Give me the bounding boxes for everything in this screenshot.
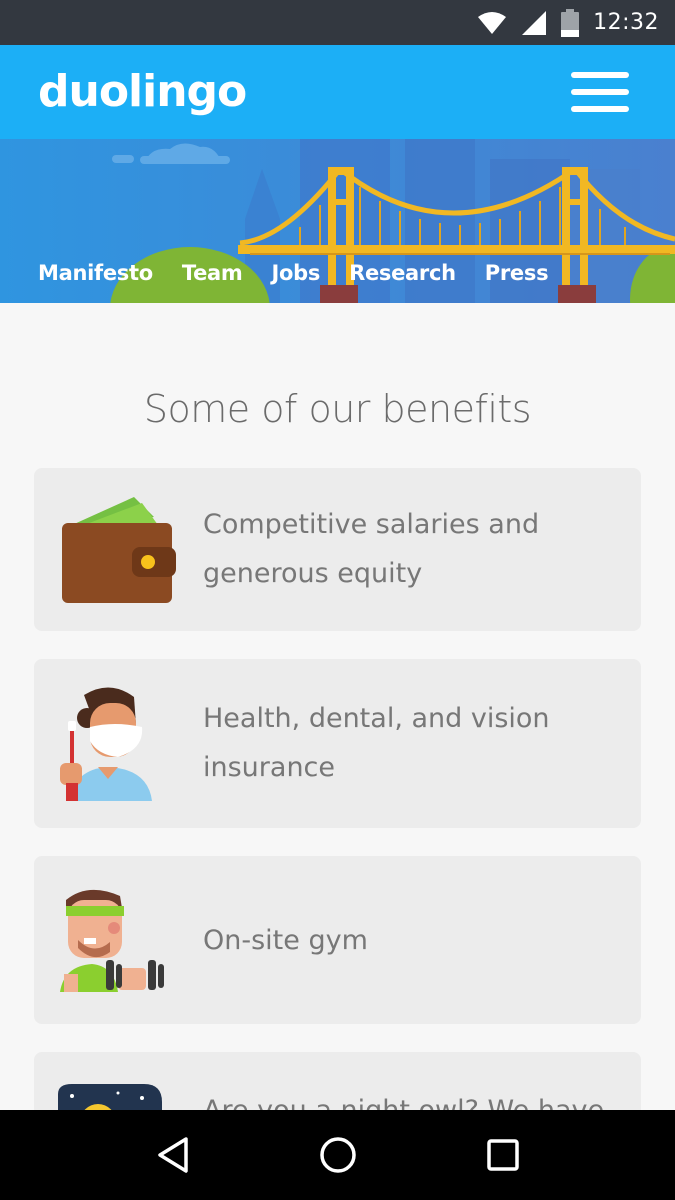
gym-icon xyxy=(60,889,164,992)
night-owl-icon xyxy=(58,1084,162,1110)
status-bar: 12:32 xyxy=(0,0,675,45)
nav-link-press[interactable]: Press xyxy=(485,261,549,285)
back-icon xyxy=(157,1137,188,1173)
app-header: duolingo xyxy=(0,45,675,139)
nav-link-manifesto[interactable]: Manifesto xyxy=(38,261,153,285)
back-button[interactable] xyxy=(143,1125,203,1185)
system-nav-bar xyxy=(0,1110,675,1200)
battery-icon xyxy=(561,8,580,37)
home-button[interactable] xyxy=(308,1125,368,1185)
benefit-card-salary: Competitive salaries and generous equity xyxy=(34,468,641,631)
recents-icon xyxy=(486,1139,519,1171)
wallet-icon xyxy=(62,497,176,603)
benefit-text: Health, dental, and vision insurance xyxy=(203,703,550,783)
nav-link-research[interactable]: Research xyxy=(349,261,456,285)
wifi-icon xyxy=(478,11,507,34)
benefit-text: On-site gym xyxy=(203,925,368,956)
duolingo-logo[interactable]: duolingo xyxy=(38,70,247,114)
benefit-card-night-owl: Are you a night owl? We have xyxy=(34,1052,641,1110)
signal-icon xyxy=(522,10,547,35)
nav-link-team[interactable]: Team xyxy=(182,261,243,285)
hamburger-menu-icon xyxy=(571,72,629,78)
status-time: 12:32 xyxy=(593,10,659,35)
nav-link-jobs[interactable]: Jobs xyxy=(272,261,321,285)
benefit-text: Are you a night owl? We have xyxy=(203,1086,611,1110)
home-icon xyxy=(319,1137,356,1173)
benefit-card-health: Health, dental, and vision insurance xyxy=(34,659,641,828)
hero-nav: Manifesto Team Jobs Research Press xyxy=(38,261,549,285)
benefit-card-gym: On-site gym xyxy=(34,856,641,1024)
benefit-text: Competitive salaries and generous equity xyxy=(203,509,540,589)
hero-banner: Manifesto Team Jobs Research Press xyxy=(0,139,675,303)
benefits-section: Some of our benefits Competitive salarie… xyxy=(0,303,675,1110)
section-title: Some of our benefits xyxy=(143,387,532,431)
recents-button[interactable] xyxy=(473,1125,533,1185)
hamburger-menu-button[interactable] xyxy=(571,72,629,112)
dentist-icon xyxy=(60,687,152,801)
